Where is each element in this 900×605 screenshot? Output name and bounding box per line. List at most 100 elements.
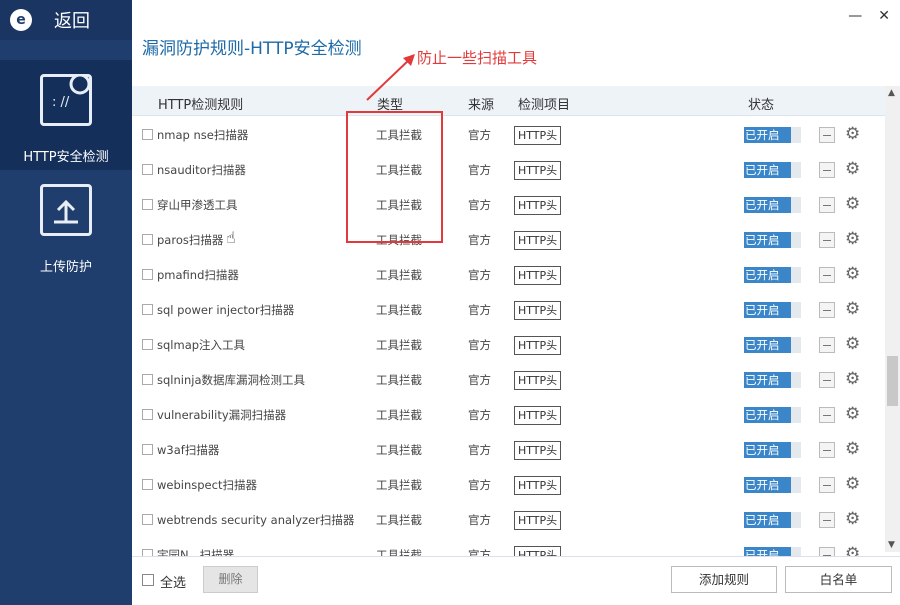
rule-name: vulnerability漏洞扫描器 — [157, 408, 287, 422]
rule-name: sql power injector扫描器 — [157, 303, 295, 317]
minimize-button[interactable]: — — [848, 8, 862, 24]
sidebar-item-upload[interactable]: 上传防护 — [0, 170, 132, 280]
close-button[interactable]: ✕ — [878, 8, 890, 24]
row-checkbox[interactable] — [142, 164, 153, 175]
column-header-rule: HTTP检测规则 — [158, 98, 244, 113]
disable-icon[interactable] — [819, 232, 835, 248]
scrollbar-thumb[interactable] — [887, 356, 898, 406]
row-checkbox[interactable] — [142, 304, 153, 315]
gear-icon[interactable]: ⚙ — [845, 439, 860, 459]
upload-icon — [40, 184, 92, 236]
table-row[interactable]: webtrends security analyzer扫描器 工具拦截 官方 HTTP… — [132, 502, 885, 537]
whitelist-button[interactable]: 白名单 — [785, 566, 892, 593]
status-toggle[interactable]: 已开启 — [744, 337, 801, 353]
rule-type: 工具拦截 — [376, 513, 422, 527]
status-toggle[interactable]: 已开启 — [744, 267, 801, 283]
gear-icon[interactable]: ⚙ — [845, 369, 860, 389]
table-row[interactable]: 宇园N...扫描器 工具拦截 官方 HTTP头 已开启 ⚙ — [132, 537, 885, 557]
gear-icon[interactable]: ⚙ — [845, 229, 860, 249]
window-controls: — ✕ — [848, 8, 890, 24]
gear-icon[interactable]: ⚙ — [845, 474, 860, 494]
rule-item-tag: HTTP头 — [514, 371, 562, 390]
delete-button[interactable]: 删除 — [203, 566, 258, 593]
table-row[interactable]: paros扫描器 工具拦截 官方 HTTP头 已开启 ⚙ — [132, 222, 885, 257]
status-toggle[interactable]: 已开启 — [744, 407, 801, 423]
rule-source: 官方 — [468, 338, 491, 352]
scroll-down-icon[interactable]: ▼ — [888, 540, 895, 550]
svg-text:: //: : // — [52, 95, 70, 110]
gear-icon[interactable]: ⚙ — [845, 159, 860, 179]
disable-icon[interactable] — [819, 162, 835, 178]
disable-icon[interactable] — [819, 127, 835, 143]
disable-icon[interactable] — [819, 407, 835, 423]
table-row[interactable]: sqlninja数据库漏洞检测工具 工具拦截 官方 HTTP头 已开启 ⚙ — [132, 362, 885, 397]
select-all-label[interactable]: 全选 — [160, 572, 186, 591]
status-toggle[interactable]: 已开启 — [744, 477, 801, 493]
row-checkbox[interactable] — [142, 409, 153, 420]
table-row[interactable]: pmafind扫描器 工具拦截 官方 HTTP头 已开启 ⚙ — [132, 257, 885, 292]
column-header-status: 状态 — [748, 98, 775, 113]
back-button[interactable]: 返回 — [54, 7, 90, 33]
add-rule-button[interactable]: 添加规则 — [671, 566, 777, 593]
table-row[interactable]: sql power injector扫描器 工具拦截 官方 HTTP头 已开启 ⚙ — [132, 292, 885, 327]
disable-icon[interactable] — [819, 372, 835, 388]
footer-bar: 全选 删除 添加规则 白名单 — [132, 556, 900, 605]
status-toggle[interactable]: 已开启 — [744, 442, 801, 458]
row-checkbox[interactable] — [142, 199, 153, 210]
sidebar: e 返回 : // HTTP安全检测 上传防护 — [0, 0, 132, 605]
row-checkbox[interactable] — [142, 129, 153, 140]
gear-icon[interactable]: ⚙ — [845, 509, 860, 529]
sidebar-item-http-scan[interactable]: : // HTTP安全检测 — [0, 60, 132, 170]
rule-item-tag: HTTP头 — [514, 196, 562, 215]
disable-icon[interactable] — [819, 477, 835, 493]
rule-source: 官方 — [468, 198, 491, 212]
row-checkbox[interactable] — [142, 514, 153, 525]
rule-type: 工具拦截 — [376, 373, 422, 387]
rule-item-tag: HTTP头 — [514, 161, 562, 180]
row-checkbox[interactable] — [142, 269, 153, 280]
back-bar[interactable]: e 返回 — [0, 0, 132, 40]
rule-source: 官方 — [468, 268, 491, 282]
column-header-source: 来源 — [468, 98, 495, 113]
row-checkbox[interactable] — [142, 374, 153, 385]
disable-icon[interactable] — [819, 302, 835, 318]
gear-icon[interactable]: ⚙ — [845, 194, 860, 214]
rule-item-tag: HTTP头 — [514, 406, 562, 425]
gear-icon[interactable]: ⚙ — [845, 264, 860, 284]
status-toggle[interactable]: 已开启 — [744, 162, 801, 178]
table-row[interactable]: webinspect扫描器 工具拦截 官方 HTTP头 已开启 ⚙ — [132, 467, 885, 502]
vertical-scrollbar[interactable]: ▲ ▼ — [885, 86, 900, 552]
rule-name: pmafind扫描器 — [157, 268, 239, 282]
status-toggle[interactable]: 已开启 — [744, 512, 801, 528]
row-checkbox[interactable] — [142, 444, 153, 455]
table-row[interactable]: w3af扫描器 工具拦截 官方 HTTP头 已开启 ⚙ — [132, 432, 885, 467]
table-row[interactable]: sqlmap注入工具 工具拦截 官方 HTTP头 已开启 ⚙ — [132, 327, 885, 362]
table-row[interactable]: nmap nse扫描器 工具拦截 官方 HTTP头 已开启 ⚙ — [132, 117, 885, 152]
row-checkbox[interactable] — [142, 339, 153, 350]
rule-source: 官方 — [468, 303, 491, 317]
table-row[interactable]: 穿山甲渗透工具 工具拦截 官方 HTTP头 已开启 ⚙ — [132, 187, 885, 222]
disable-icon[interactable] — [819, 337, 835, 353]
status-toggle[interactable]: 已开启 — [744, 372, 801, 388]
gear-icon[interactable]: ⚙ — [845, 124, 860, 144]
gear-icon[interactable]: ⚙ — [845, 334, 860, 354]
status-toggle[interactable]: 已开启 — [744, 302, 801, 318]
annotation-box — [346, 111, 443, 243]
disable-icon[interactable] — [819, 442, 835, 458]
rule-name: sqlmap注入工具 — [157, 338, 246, 352]
status-toggle[interactable]: 已开启 — [744, 232, 801, 248]
select-all-checkbox[interactable] — [142, 574, 154, 586]
gear-icon[interactable]: ⚙ — [845, 299, 860, 319]
scroll-up-icon[interactable]: ▲ — [888, 88, 895, 98]
table-row[interactable]: vulnerability漏洞扫描器 工具拦截 官方 HTTP头 已开启 ⚙ — [132, 397, 885, 432]
row-checkbox[interactable] — [142, 479, 153, 490]
disable-icon[interactable] — [819, 197, 835, 213]
disable-icon[interactable] — [819, 267, 835, 283]
status-toggle[interactable]: 已开启 — [744, 197, 801, 213]
rule-type: 工具拦截 — [376, 478, 422, 492]
gear-icon[interactable]: ⚙ — [845, 404, 860, 424]
row-checkbox[interactable] — [142, 234, 153, 245]
status-toggle[interactable]: 已开启 — [744, 127, 801, 143]
disable-icon[interactable] — [819, 512, 835, 528]
table-row[interactable]: nsauditor扫描器 工具拦截 官方 HTTP头 已开启 ⚙ — [132, 152, 885, 187]
